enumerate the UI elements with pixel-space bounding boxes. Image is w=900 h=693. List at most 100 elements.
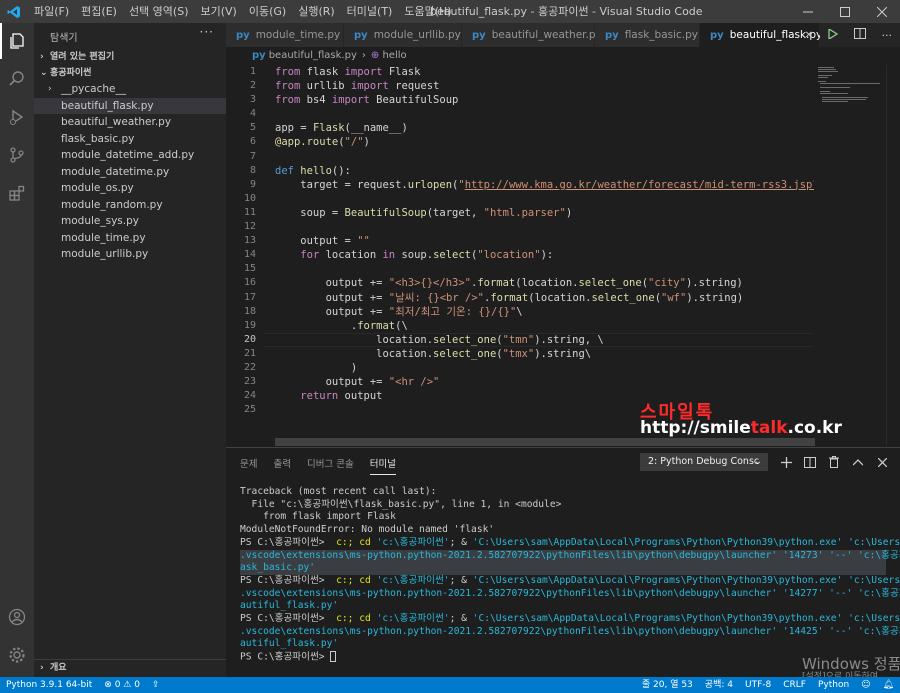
file-item-module-time[interactable]: module_time.py xyxy=(34,230,226,247)
terminal-output[interactable]: Traceback (most recent call last): File … xyxy=(240,486,900,664)
menu-file[interactable]: 파일(F) xyxy=(28,0,75,23)
close-button[interactable] xyxy=(863,0,900,23)
search-icon[interactable] xyxy=(0,61,34,97)
code-line[interactable] xyxy=(275,192,814,206)
folder-section[interactable]: ⌄ 홍공파이썬 xyxy=(34,65,226,81)
menu-selection[interactable]: 선택 영역(S) xyxy=(123,0,195,23)
source-control-icon[interactable] xyxy=(0,137,34,173)
trash-icon[interactable] xyxy=(822,452,846,472)
file-item-module-random[interactable]: module_random.py xyxy=(34,197,226,214)
menu-edit[interactable]: 편집(E) xyxy=(75,0,123,23)
python-file-icon: py xyxy=(472,29,486,41)
explorer-icon[interactable] xyxy=(0,23,34,59)
more-actions-icon[interactable]: ··· xyxy=(882,29,893,42)
breadcrumb-symbol[interactable]: hello xyxy=(382,50,406,61)
run-debug-icon[interactable] xyxy=(0,99,34,135)
code-line[interactable]: from flask import Flask xyxy=(275,65,814,79)
code-line[interactable]: location.select_one("tmx").string\ xyxy=(275,347,814,361)
terminal-line: from flask import Flask xyxy=(240,511,396,523)
code-line[interactable]: .format(\ xyxy=(275,319,814,333)
code-line[interactable]: @app.route("/") xyxy=(275,135,814,149)
split-editor-icon[interactable] xyxy=(853,28,866,42)
maximize-panel-icon[interactable] xyxy=(846,452,870,472)
code-line[interactable] xyxy=(275,150,814,164)
tab-beautiful-weather[interactable]: py beautiful_weather.py xyxy=(462,23,602,47)
encoding[interactable]: UTF-8 xyxy=(739,677,777,693)
line-ending[interactable]: CRLF xyxy=(777,677,812,693)
code-line[interactable]: ) xyxy=(275,361,814,375)
language-mode[interactable]: Python xyxy=(812,677,855,693)
menu-run[interactable]: 실행(R) xyxy=(292,0,340,23)
code-line[interactable]: target = request.urlopen("http://www.kma… xyxy=(275,178,814,192)
file-item-beautiful-weather[interactable]: beautiful_weather.py xyxy=(34,114,226,131)
code-line[interactable] xyxy=(275,403,814,417)
code-line[interactable]: app = Flask(__name__) xyxy=(275,121,814,135)
maximize-button[interactable] xyxy=(826,0,863,23)
code-line[interactable]: output += "최저/최고 기온: {}/{}"\ xyxy=(275,305,814,319)
close-panel-icon[interactable] xyxy=(870,452,894,472)
tab-beautiful-flask[interactable]: py beautiful_flask.py ✕ xyxy=(700,23,822,47)
code-lines[interactable]: from flask import Flask from urllib impor… xyxy=(275,65,814,417)
file-item-beautiful-flask[interactable]: beautiful_flask.py xyxy=(34,97,226,114)
code-line[interactable]: output = "" xyxy=(275,234,814,248)
tab-problems[interactable]: 문제 xyxy=(240,456,257,475)
code-line[interactable]: output += "날씨: {}<br />".format(location… xyxy=(275,291,814,305)
outline-section[interactable]: › 개요 xyxy=(34,659,226,675)
file-item-module-urllib[interactable]: module_urllib.py xyxy=(34,246,226,263)
code-line[interactable]: location.select_one("tmn").string, \ xyxy=(275,333,814,347)
file-item-module-datetime-add[interactable]: module_datetime_add.py xyxy=(34,147,226,164)
tab-module-time[interactable]: py module_time.py xyxy=(226,23,344,47)
code-line[interactable]: output += "<hr />" xyxy=(275,375,814,389)
feedback-icon[interactable]: ☺ xyxy=(855,677,876,693)
menu-view[interactable]: 보기(V) xyxy=(194,0,242,23)
code-line[interactable] xyxy=(275,220,814,234)
tab-flask-basic[interactable]: py flask_basic.py xyxy=(595,23,700,47)
terminal-select[interactable]: 2: Python Debug Consc ⌄ xyxy=(640,453,768,471)
indentation[interactable]: 공백: 4 xyxy=(699,677,739,693)
run-icon[interactable] xyxy=(828,27,839,42)
minimap[interactable] xyxy=(814,65,886,445)
split-terminal-icon[interactable] xyxy=(798,452,822,472)
code-line[interactable]: for location in soup.select("location"): xyxy=(275,248,814,262)
file-item-flask-basic[interactable]: flask_basic.py xyxy=(34,131,226,148)
minimize-button[interactable] xyxy=(789,0,826,23)
folder-item-pycache[interactable]: › __pycache__ xyxy=(34,81,226,98)
code-editor[interactable]: 1 2 3 4 5 6 7 8 9 10 11 12 13 14 15 16 17 18 19 20 21 22 23 24 2… xyxy=(226,65,814,445)
file-item-module-sys[interactable]: module_sys.py xyxy=(34,213,226,230)
line-number: 13 xyxy=(243,235,256,247)
code-line[interactable]: def hello(): xyxy=(275,164,814,178)
file-item-module-datetime[interactable]: module_datetime.py xyxy=(34,164,226,181)
code-line[interactable] xyxy=(275,262,814,276)
tab-output[interactable]: 출력 xyxy=(273,456,290,475)
python-interpreter[interactable]: Python 3.9.1 64-bit xyxy=(0,677,98,693)
more-actions-icon[interactable]: ··· xyxy=(200,25,214,39)
code-line[interactable]: output += "<h3>{}</h3>".format(location.… xyxy=(275,276,814,290)
menu-go[interactable]: 이동(G) xyxy=(243,0,292,23)
live-share-icon[interactable]: ⇪ xyxy=(146,677,166,693)
activity-bar xyxy=(0,23,34,677)
chevron-down-icon: ⌄ xyxy=(40,68,48,78)
breadcrumb-file[interactable]: beautiful_flask.py xyxy=(269,50,357,61)
code-line[interactable]: from bs4 import BeautifulSoup xyxy=(275,93,814,107)
extensions-icon[interactable] xyxy=(0,175,34,211)
open-editors-section[interactable]: › 열려 있는 편집기 xyxy=(34,49,226,65)
horizontal-scrollbar[interactable] xyxy=(275,438,815,446)
code-line[interactable]: soup = BeautifulSoup(target, "html.parse… xyxy=(275,206,814,220)
terminal-cursor xyxy=(330,651,337,663)
menu-terminal[interactable]: 터미널(T) xyxy=(341,0,399,23)
vertical-scrollbar[interactable] xyxy=(886,65,900,445)
notifications-icon[interactable]: 🔔︎ xyxy=(877,677,900,693)
code-line[interactable] xyxy=(275,107,814,121)
problems-indicator[interactable]: ⊗ 0 ⚠ 0 xyxy=(98,677,146,693)
code-line[interactable]: return output xyxy=(275,389,814,403)
cursor-position[interactable]: 줄 20, 열 53 xyxy=(636,677,699,693)
close-icon[interactable]: ✕ xyxy=(805,30,813,41)
file-item-module-os[interactable]: module_os.py xyxy=(34,180,226,197)
tab-debug-console[interactable]: 디버그 콘솔 xyxy=(307,456,354,475)
code-line[interactable]: from urllib import request xyxy=(275,79,814,93)
tab-terminal[interactable]: 터미널 xyxy=(369,456,396,475)
account-icon[interactable] xyxy=(0,599,34,635)
new-terminal-icon[interactable] xyxy=(774,452,798,472)
tab-module-urllib[interactable]: py module_urllib.py xyxy=(344,23,462,47)
gear-icon[interactable] xyxy=(0,637,34,673)
